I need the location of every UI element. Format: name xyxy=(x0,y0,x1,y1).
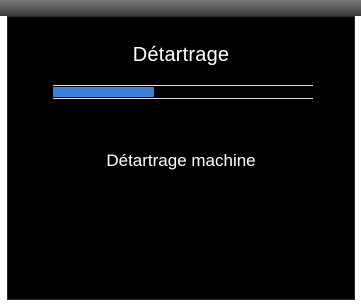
progress-track-bottom-line xyxy=(53,98,313,99)
descaling-progress-bar xyxy=(53,85,313,99)
display-screen: Détartrage Détartrage machine xyxy=(7,16,355,300)
progress-fill xyxy=(53,87,155,97)
device-bezel: Détartrage Détartrage machine xyxy=(0,0,361,308)
screen-title: Détartrage xyxy=(132,44,230,66)
progress-track-top-line xyxy=(53,85,313,86)
device-top-edge xyxy=(0,0,361,16)
status-message: Détartrage machine xyxy=(106,151,256,170)
